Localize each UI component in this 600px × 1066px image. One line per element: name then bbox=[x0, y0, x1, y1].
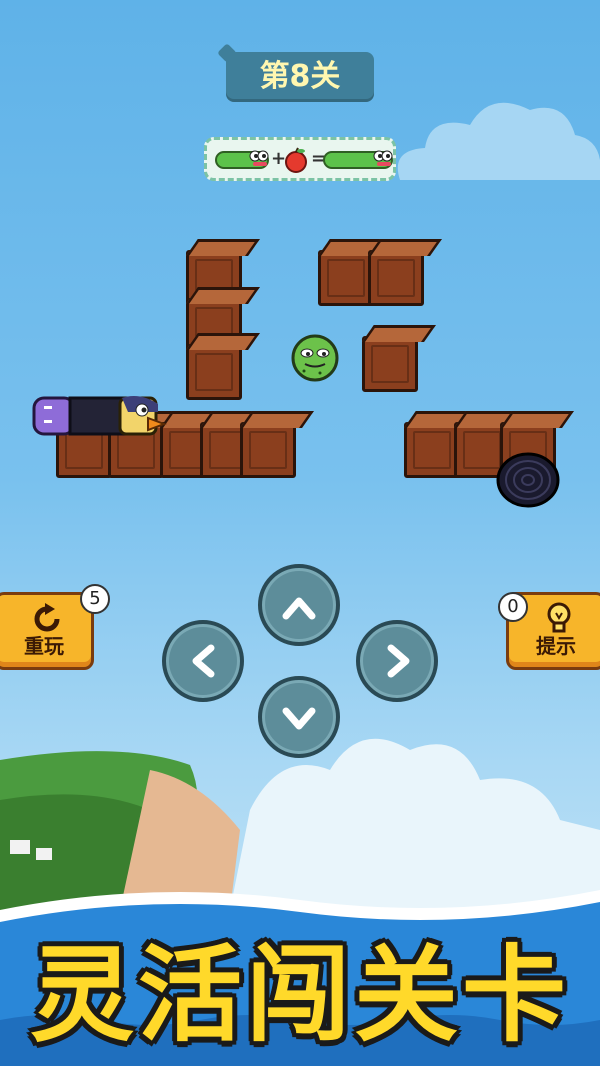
crate-block bbox=[362, 336, 418, 392]
move-up-button[interactable] bbox=[258, 564, 340, 646]
restart-label: 重玩 bbox=[24, 634, 64, 658]
hint-count-badge: 0 bbox=[498, 592, 528, 622]
move-down-button[interactable] bbox=[258, 676, 340, 758]
move-right-button[interactable] bbox=[356, 620, 438, 702]
long-worm-icon bbox=[323, 150, 393, 169]
crate-block bbox=[404, 422, 460, 478]
crate-block bbox=[318, 250, 374, 306]
goal-formula: + = bbox=[204, 137, 396, 181]
restart-count-badge: 5 bbox=[80, 584, 110, 614]
hint-label: 提示 bbox=[536, 634, 576, 658]
portal-hole bbox=[496, 452, 560, 508]
level-title: 第8关 bbox=[226, 52, 374, 102]
cloud-decoration bbox=[397, 102, 600, 180]
crate-block bbox=[186, 344, 242, 400]
crate-block bbox=[240, 422, 296, 478]
promo-banner-text: 灵活闯关卡 bbox=[29, 934, 570, 1056]
move-left-button[interactable] bbox=[162, 620, 244, 702]
game-screen: 第8关 + = 重玩 5 提示 0 灵活闯关卡 bbox=[0, 0, 600, 1066]
arrow-left-icon bbox=[192, 644, 215, 678]
apple-icon bbox=[285, 147, 307, 173]
snake-character bbox=[32, 396, 167, 436]
short-worm-icon bbox=[215, 150, 269, 169]
arrow-down-icon bbox=[282, 707, 316, 730]
arrow-up-icon bbox=[282, 597, 316, 620]
arrow-right-icon bbox=[387, 644, 410, 678]
crate-block bbox=[368, 250, 424, 306]
frog-fruit-icon bbox=[291, 334, 339, 382]
